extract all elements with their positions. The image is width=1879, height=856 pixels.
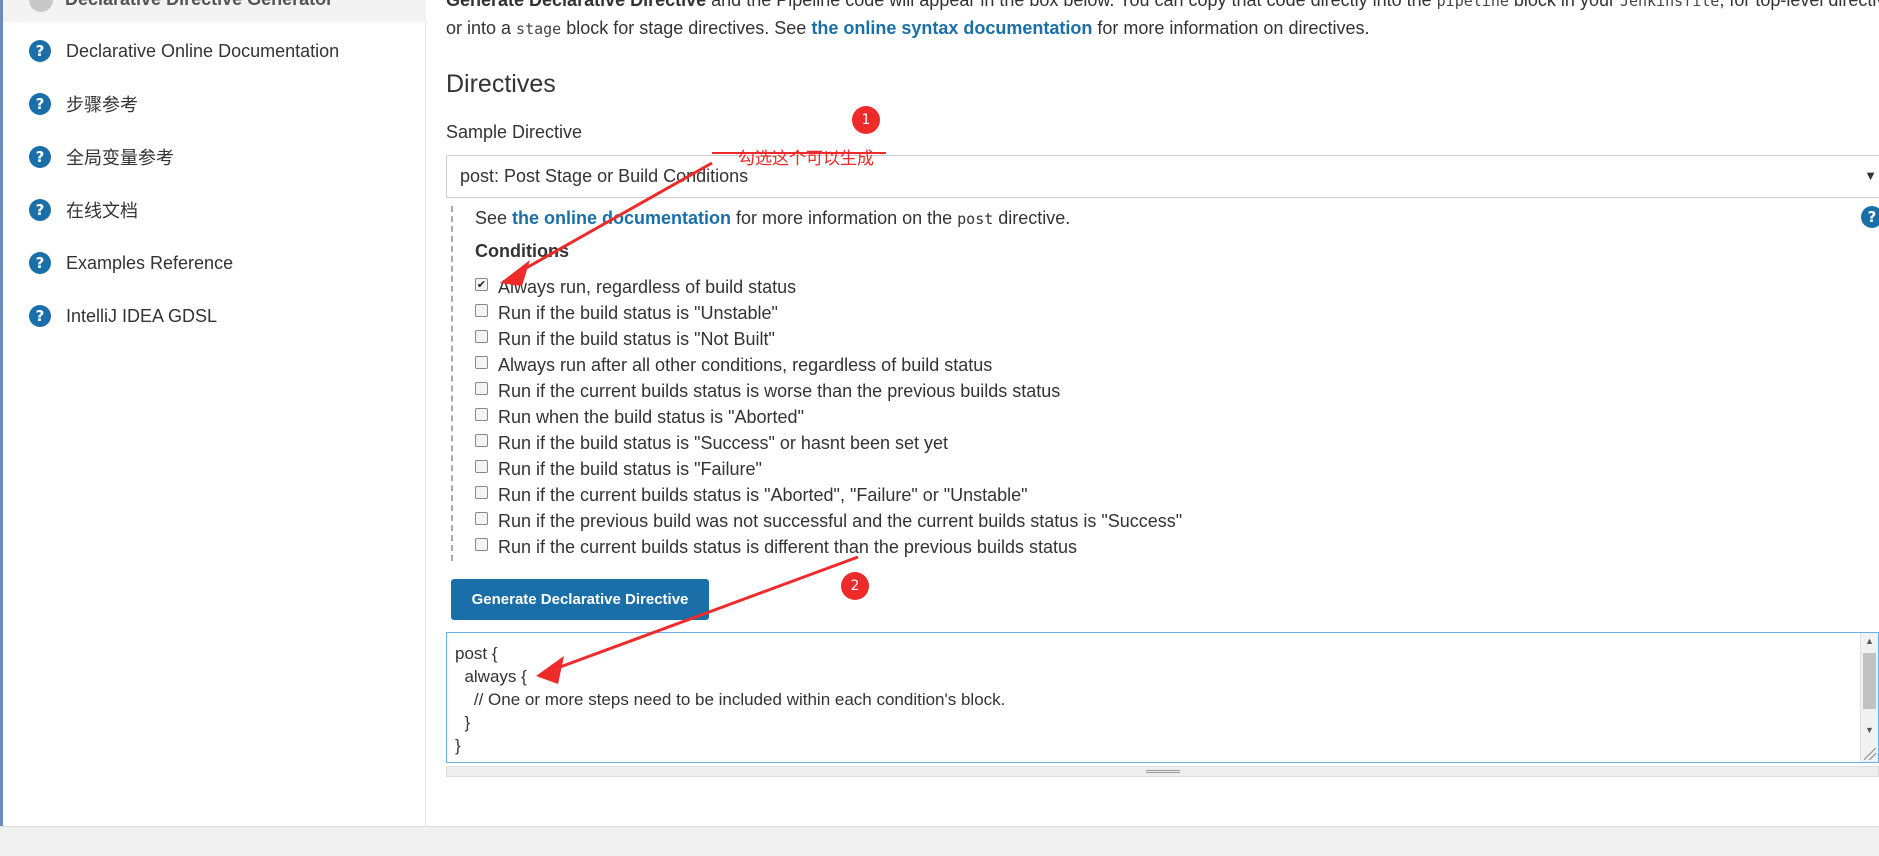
intro-code: Jenkinsfile [1619, 0, 1720, 10]
help-icon[interactable]: ? [1861, 206, 1879, 228]
condition-checkbox[interactable] [475, 329, 488, 343]
generated-code-textarea[interactable]: post { always { // One or more steps nee… [446, 632, 1879, 763]
condition-row[interactable]: ✔ Always run, regardless of build status [475, 274, 1182, 300]
scrollbar-thumb[interactable] [1863, 653, 1876, 709]
gear-icon [29, 0, 53, 12]
annotation-badge-1: 1 [852, 106, 880, 134]
condition-label: Always run after all other conditions, r… [498, 354, 993, 375]
condition-checkbox[interactable] [475, 433, 488, 447]
condition-label: Run if the build status is "Success" or … [498, 432, 949, 453]
condition-row[interactable]: Run if the build status is "Unstable" [475, 300, 1182, 326]
help-icon: ? [29, 252, 51, 274]
condition-row[interactable]: Run if the current builds status is wors… [475, 378, 1182, 404]
directives-heading: Directives [446, 70, 556, 98]
hint-text: for more information on the [731, 208, 958, 228]
condition-label: Run if the previous build was not succes… [498, 510, 1183, 531]
sidebar-item-declarative-online-documentation[interactable]: ? Declarative Online Documentation [29, 36, 339, 66]
condition-row[interactable]: Run if the previous build was not succes… [475, 508, 1182, 534]
condition-label: Always run, regardless of build status [498, 276, 797, 297]
sidebar-item-label: Examples Reference [66, 252, 234, 273]
page-footer [0, 826, 1879, 856]
intro-bold: Generate Declarative Directive [446, 0, 707, 10]
condition-row[interactable]: Run if the build status is "Success" or … [475, 430, 1182, 456]
textarea-scrollbar[interactable]: ▲ ▼ [1860, 633, 1878, 762]
sidebar-item-label: 步骤参考 [66, 95, 138, 115]
intro-line-1: Generate Declarative Directive and the P… [446, 0, 1879, 15]
condition-label: Run if the current builds status is wors… [498, 380, 1061, 401]
sidebar-item-label: Declarative Online Documentation [66, 40, 340, 61]
hint-text: See [475, 208, 513, 228]
sidebar: Declarative Directive Generator ? Declar… [3, 0, 426, 826]
sidebar-item-step-reference[interactable]: ? 步骤参考 [29, 89, 138, 119]
help-icon: ? [29, 146, 51, 168]
sample-directive-label: Sample Directive [446, 122, 583, 142]
help-icon: ? [29, 40, 51, 62]
resize-grip-icon[interactable] [1864, 748, 1876, 760]
condition-label: Run if the build status is "Not Built" [498, 328, 775, 349]
sample-directive-select[interactable]: post: Post Stage or Build Conditions ▼ [446, 155, 1879, 198]
generated-code: post { always { // One or more steps nee… [455, 644, 1006, 755]
sidebar-item-intellij-gdsl[interactable]: ? IntelliJ IDEA GDSL [29, 301, 217, 331]
help-icon: ? [29, 305, 51, 327]
sidebar-item-label: Declarative Directive Generator [65, 0, 333, 10]
sidebar-item-global-variable-reference[interactable]: ? 全局变量参考 [29, 142, 174, 172]
drag-handle-icon [1145, 770, 1180, 773]
sidebar-item-directive-generator[interactable]: Declarative Directive Generator [3, 0, 426, 22]
help-icon: ? [29, 93, 51, 115]
condition-row[interactable]: Run if the current builds status is diff… [475, 534, 1182, 560]
condition-checkbox[interactable] [475, 485, 488, 499]
intro-text-part: , for top-level directives, [1719, 0, 1879, 10]
condition-label: Run if the current builds status is diff… [498, 536, 1077, 557]
condition-checkbox[interactable] [475, 355, 488, 369]
condition-checkbox[interactable] [475, 459, 488, 473]
generate-directive-button[interactable]: Generate Declarative Directive [451, 579, 709, 620]
sidebar-item-label: 全局变量参考 [66, 148, 174, 168]
hint-code: post [957, 210, 994, 228]
condition-checkbox[interactable] [475, 511, 488, 525]
help-icon: ? [29, 199, 51, 221]
online-syntax-documentation-link[interactable]: the online syntax documentation [811, 18, 1092, 38]
conditions-title: Conditions [475, 241, 569, 261]
condition-row[interactable]: Run if the build status is "Not Built" [475, 326, 1182, 352]
condition-row[interactable]: Run when the build status is "Aborted" [475, 404, 1182, 430]
intro-text: Generate Declarative Directive and the P… [446, 0, 1879, 43]
conditions-list: ✔ Always run, regardless of build status R… [475, 274, 1182, 560]
sidebar-item-examples-reference[interactable]: ? Examples Reference [29, 248, 233, 278]
intro-code: stage [516, 20, 562, 38]
dropdown-arrow-icon: ▼ [1864, 168, 1877, 183]
condition-checkbox[interactable]: ✔ [475, 277, 488, 291]
condition-row[interactable]: Run if the build status is "Failure" [475, 456, 1182, 482]
condition-label: Run if the build status is "Failure" [498, 458, 762, 479]
condition-row[interactable]: Always run after all other conditions, r… [475, 352, 1182, 378]
condition-checkbox[interactable] [475, 303, 488, 317]
condition-checkbox[interactable] [475, 537, 488, 551]
intro-text-part: or into a [446, 18, 517, 38]
condition-label: Run if the build status is "Unstable" [498, 302, 778, 323]
intro-text-part: for more information on directives. [1092, 18, 1370, 38]
scroll-up-icon[interactable]: ▲ [1865, 636, 1874, 646]
scroll-down-icon[interactable]: ▼ [1865, 725, 1874, 735]
intro-text-part: block in your [1508, 0, 1620, 10]
condition-label: Run when the build status is "Aborted" [498, 406, 804, 427]
sidebar-item-label: 在线文档 [66, 201, 138, 221]
condition-row[interactable]: Run if the current builds status is "Abo… [475, 482, 1182, 508]
condition-label: Run if the current builds status is "Abo… [498, 484, 1028, 505]
directive-options-section: See the online documentation for more in… [451, 206, 1879, 561]
intro-code: pipeline [1436, 0, 1509, 10]
intro-text-part: block for stage directives. See [561, 18, 812, 38]
hint-text: directive. [993, 208, 1071, 228]
sidebar-item-online-docs[interactable]: ? 在线文档 [29, 195, 138, 225]
condition-checkbox[interactable] [475, 381, 488, 395]
annotation-badge-2: 2 [841, 572, 869, 600]
textarea-resize-bar[interactable] [446, 766, 1879, 777]
annotation-note-1: 勾选这个可以生成 [738, 149, 874, 168]
intro-text-part: and the Pipeline code will appear in the… [706, 0, 1437, 10]
main-content: Generate Declarative Directive and the P… [426, 0, 1879, 826]
intro-line-2: or into a stage block for stage directiv… [446, 15, 1879, 43]
selected-value: post: Post Stage or Build Conditions [460, 166, 749, 186]
online-documentation-link[interactable]: the online documentation [512, 208, 731, 228]
sidebar-item-label: IntelliJ IDEA GDSL [66, 305, 218, 326]
docs-hint: See the online documentation for more in… [475, 208, 1070, 229]
condition-checkbox[interactable] [475, 407, 488, 421]
